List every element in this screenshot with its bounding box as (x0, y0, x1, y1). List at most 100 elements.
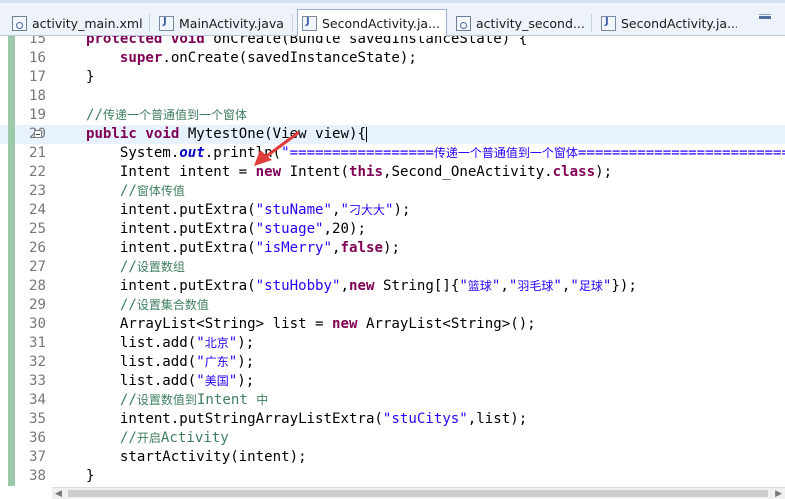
code-token: "stuCitys" (382, 411, 468, 427)
fold-toggle-icon[interactable] (34, 130, 42, 138)
code-line[interactable]: 24 intent.putExtra("stuName","刁大大"); (0, 201, 785, 220)
code-token: ); (393, 202, 411, 218)
line-number: 31 (29, 335, 46, 351)
code-line[interactable]: 35 intent.putStringArrayListExtra("stuCi… (0, 410, 785, 429)
code-token: ); (237, 335, 255, 351)
code-token: System. (52, 145, 180, 161)
code-token: ); (595, 164, 613, 180)
code-token: false (340, 240, 383, 256)
code-token: intent.putExtra( (52, 221, 256, 237)
tab-label: MainActivity.java (179, 15, 284, 31)
tab-divider (591, 14, 592, 32)
code-token: .onCreate(savedInstanceState); (162, 50, 417, 66)
xml-file-icon (12, 15, 27, 31)
code-token: "刁大大" (340, 202, 394, 218)
code-token: super (119, 50, 163, 66)
code-token: startActivity(intent); (52, 449, 307, 465)
code-text: intent.putExtra("isMerry",false); (52, 239, 400, 258)
code-line[interactable]: 16 super.onCreate(savedInstanceState); (0, 49, 785, 68)
code-line[interactable]: 33 list.add("美国"); (0, 372, 785, 391)
tab-bar-top-border (0, 0, 785, 3)
java-file-icon (302, 16, 317, 31)
code-line[interactable]: 23 //窗体传值 (0, 182, 785, 201)
code-token: "广东" (196, 354, 238, 370)
code-token: ); (237, 354, 255, 370)
code-token: this (349, 164, 383, 180)
code-text: //窗体传值 (52, 182, 185, 201)
tab-second-activity-java-active[interactable]: SecondActivity.ja... (297, 9, 447, 37)
code-line[interactable]: 37 startActivity(intent); (0, 448, 785, 467)
line-number: 26 (29, 240, 46, 256)
code-line[interactable]: 15 protected void onCreate(Bundle savedI… (0, 36, 785, 49)
code-line[interactable]: 31 list.add("北京"); (0, 334, 785, 353)
code-token: "stuage" (255, 221, 324, 237)
code-line[interactable]: 21 System.out.println("=================… (0, 144, 785, 163)
java-file-icon (159, 15, 174, 31)
code-token: //设置数组 (119, 259, 185, 275)
line-number: 25 (29, 221, 46, 237)
code-token: class (552, 164, 596, 180)
code-token: //设置数值到Intent 中 (119, 392, 269, 408)
code-text: public void MytestOne(View view){ (52, 125, 368, 144)
line-number: 34 (29, 392, 46, 408)
code-line[interactable]: 34 //设置数值到Intent 中 (0, 391, 785, 410)
tab-label: activity_second... (476, 15, 585, 31)
line-number: 33 (29, 373, 46, 389)
horizontal-scrollbar[interactable]: ◀ ▶ (52, 487, 785, 499)
code-line[interactable]: 25 intent.putExtra("stuage",20); (0, 220, 785, 239)
code-line[interactable]: 28 intent.putExtra("stuHobby",new String… (0, 277, 785, 296)
code-token: ); (237, 373, 255, 389)
tab-activity-second-xml[interactable]: activity_second... (452, 10, 592, 36)
code-text: startActivity(intent); (52, 448, 307, 467)
code-line[interactable]: 27 //设置数组 (0, 258, 785, 277)
code-line[interactable]: 18 (0, 87, 785, 106)
code-line[interactable]: 29 //设置集合数值 (0, 296, 785, 315)
line-number: 36 (29, 430, 46, 446)
tab-main-activity-java[interactable]: MainActivity.java (155, 10, 293, 36)
code-line[interactable]: 38 } (0, 467, 785, 486)
code-line[interactable]: 20 public void MytestOne(View view){ (0, 125, 785, 144)
code-line[interactable]: 36 //开启Activity (0, 429, 785, 448)
xml-file-icon (456, 15, 471, 31)
scrollbar-thumb[interactable] (68, 490, 768, 497)
code-editor[interactable]: 15 protected void onCreate(Bundle savedI… (0, 36, 785, 498)
code-token: new (332, 316, 358, 332)
text-caret (366, 126, 368, 142)
code-line[interactable]: 22 Intent intent = new Intent(this,Secon… (0, 163, 785, 182)
code-token: //设置集合数值 (119, 297, 209, 313)
annotation-arrow-icon (254, 131, 300, 166)
code-line[interactable]: 32 list.add("广东"); (0, 353, 785, 372)
tab-divider (292, 14, 293, 32)
minimize-editor-icon[interactable] (759, 14, 771, 19)
line-number: 21 (29, 145, 46, 161)
code-token: } (52, 468, 95, 484)
code-token: list.add( (52, 335, 197, 351)
line-number: 37 (29, 449, 46, 465)
code-line[interactable]: 30 ArrayList<String> list = new ArrayLis… (0, 315, 785, 334)
code-text: protected void onCreate(Bundle savedInst… (52, 36, 527, 49)
tab-second-activity-java-2[interactable]: SecondActivity.ja... (597, 10, 737, 36)
code-text: super.onCreate(savedInstanceState); (52, 49, 417, 68)
tab-activity-main-xml[interactable]: activity_main.xml ✕ (8, 10, 150, 36)
code-token: "isMerry" (255, 240, 333, 256)
code-token: Intent intent = (52, 164, 256, 180)
code-text: //开启Activity (52, 429, 229, 448)
code-token: intent.putExtra( (52, 278, 256, 294)
code-line[interactable]: 19 //传递一个普通值到一个窗体 (0, 106, 785, 125)
line-number: 23 (29, 183, 46, 199)
code-text: //设置数值到Intent 中 (52, 391, 268, 410)
code-token: ,list); (467, 411, 528, 427)
code-token: new (349, 278, 375, 294)
code-text: } (52, 68, 95, 87)
code-line[interactable]: 17 } (0, 68, 785, 87)
code-token: "stuHobby" (255, 278, 341, 294)
code-text: } (52, 467, 95, 486)
tab-label: SecondActivity.ja... (621, 15, 737, 31)
code-line[interactable]: 26 intent.putExtra("isMerry",false); (0, 239, 785, 258)
